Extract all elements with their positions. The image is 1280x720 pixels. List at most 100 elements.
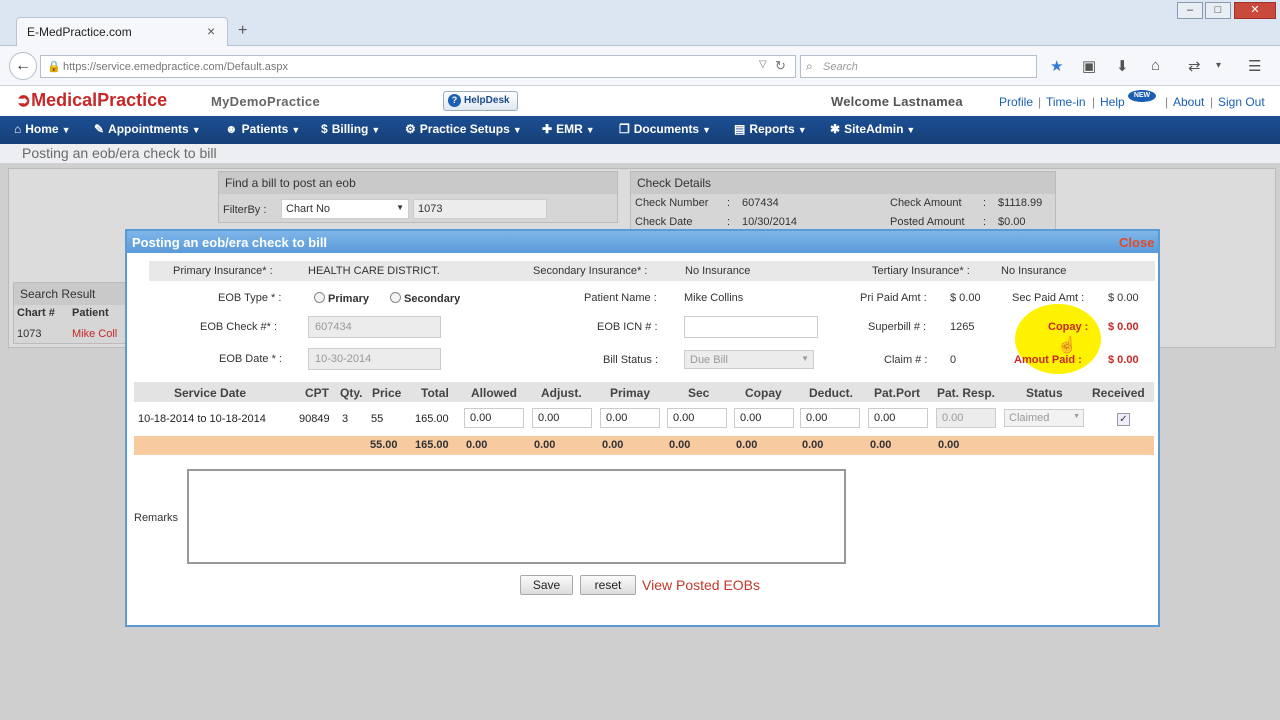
edit-icon: ✎ [94, 122, 105, 136]
bill-status-select[interactable]: Due Bill ▼ [684, 350, 814, 369]
secondary-insurance-label: Secondary Insurance* : [533, 265, 648, 277]
separator: | [1210, 95, 1214, 109]
col-chart: Chart # [17, 307, 55, 319]
minimize-icon[interactable]: – [1177, 2, 1203, 19]
help-link[interactable]: Help [1100, 95, 1125, 109]
clipboard-icon[interactable]: ▣ [1082, 57, 1096, 75]
maximize-icon[interactable]: □ [1205, 2, 1231, 19]
search-result-panel: Search Result Chart # Patient 1073 Mike … [13, 282, 131, 344]
url-dropdown-icon[interactable]: ▽ [759, 59, 767, 70]
copay-input[interactable]: 0.00 [734, 408, 794, 428]
lock-icon: 🔒 [47, 61, 61, 73]
download-icon[interactable]: ⬇ [1116, 57, 1129, 75]
save-button[interactable]: Save [520, 575, 573, 595]
home-icon[interactable]: ⌂ [1151, 57, 1160, 74]
check-number-label: Check Number [635, 197, 709, 209]
menu-label: Reports [749, 122, 795, 136]
logo[interactable]: ➲MedicalPractice [16, 90, 167, 111]
extension-icon[interactable]: ⇄ [1188, 57, 1201, 75]
chevron-down-icon: ▼ [61, 125, 71, 135]
menu-reports[interactable]: ▤ Reports ▼ [734, 122, 807, 136]
browser-search-input[interactable]: ⌕ Search [800, 55, 1037, 78]
practice-name: MyDemoPractice [211, 94, 320, 109]
about-link[interactable]: About [1173, 95, 1204, 109]
remarks-label: Remarks [134, 512, 179, 524]
menu-label: Practice Setups [419, 122, 510, 136]
result-chart[interactable]: 1073 [17, 328, 41, 340]
total-total: 165.00 [415, 439, 449, 451]
insurance-row: Primary Insurance* : HEALTH CARE DISTRIC… [149, 261, 1155, 281]
new-tab-icon[interactable]: + [238, 22, 247, 40]
back-arrow-icon[interactable]: ← [9, 52, 37, 80]
total-price: 55.00 [370, 439, 398, 451]
bookmark-star-icon[interactable]: ★ [1050, 57, 1063, 75]
radio-label: Primary [328, 293, 369, 305]
chevron-down-icon: ▼ [396, 203, 404, 212]
menu-appointments[interactable]: ✎ Appointments ▼ [94, 122, 201, 136]
hamburger-menu-icon[interactable]: ☰ [1248, 57, 1261, 75]
result-patient-link[interactable]: Mike Coll [72, 328, 117, 340]
superbill-label: Superbill # : [868, 321, 927, 333]
chevron-down-icon: ▼ [291, 125, 301, 135]
eob-icn-input[interactable] [684, 316, 818, 338]
menu-billing[interactable]: $ Billing ▼ [321, 122, 380, 136]
primary-insurance-value: HEALTH CARE DISTRICT. [308, 265, 440, 277]
deduct-input[interactable]: 0.00 [800, 408, 860, 428]
tab-title: E-MedPractice.com [27, 25, 132, 39]
amount-paid-label: Amout Paid : [1014, 354, 1082, 366]
menu-home[interactable]: ⌂ Home ▼ [14, 122, 71, 136]
total-sec: 0.00 [669, 439, 691, 451]
search-icon: ⌕ [806, 59, 813, 73]
reset-button[interactable]: reset [580, 575, 636, 595]
menu-documents[interactable]: ❐ Documents ▼ [619, 122, 711, 136]
check-date-label: Check Date [635, 216, 693, 228]
tab-close-icon[interactable]: × [207, 23, 215, 39]
menu-label: SiteAdmin [844, 122, 904, 136]
menu-practice-setups[interactable]: ⚙ Practice Setups ▼ [405, 122, 522, 136]
patport-input[interactable]: 0.00 [868, 408, 928, 428]
status-select[interactable]: Claimed ▼ [1004, 409, 1084, 427]
eob-type-secondary-radio[interactable]: Secondary [390, 292, 460, 305]
window-close-icon[interactable]: ✕ [1234, 2, 1276, 19]
plus-icon: ✚ [542, 122, 553, 136]
patresp-input[interactable]: 0.00 [936, 408, 996, 428]
view-posted-eobs-link[interactable]: View Posted EOBs [642, 577, 760, 593]
total-primary: 0.00 [602, 439, 624, 451]
col-sec: Sec [688, 386, 710, 400]
url-text: https://service.emedpractice.com/Default… [63, 61, 288, 73]
modal-close-button[interactable]: Close [1119, 235, 1154, 250]
menu-emr[interactable]: ✚ EMR ▼ [542, 122, 595, 136]
received-checkbox[interactable]: ✓ [1117, 413, 1130, 426]
extension-dropdown-icon[interactable]: ▾ [1216, 60, 1221, 71]
cpt: 90849 [299, 413, 330, 425]
colon: : [727, 197, 731, 209]
menu-label: Appointments [108, 122, 189, 136]
sec-input[interactable]: 0.00 [667, 408, 727, 428]
menu-patients[interactable]: ☻ Patients ▼ [225, 122, 300, 136]
profile-link[interactable]: Profile [999, 95, 1033, 109]
chevron-down-icon: ▼ [801, 354, 809, 363]
time-in-link[interactable]: Time-in [1046, 95, 1086, 109]
check-date-value: 10/30/2014 [742, 216, 798, 228]
service-date: 10-18-2014 to 10-18-2014 [138, 413, 266, 425]
browser-tab[interactable]: E-MedPractice.com × [16, 17, 228, 47]
address-bar[interactable]: 🔒 https://service.emedpractice.com/Defau… [40, 55, 796, 78]
col-adjust: Adjust. [541, 386, 582, 400]
primary-input[interactable]: 0.00 [600, 408, 660, 428]
separator: | [1092, 95, 1096, 109]
allowed-input[interactable]: 0.00 [464, 408, 524, 428]
reload-icon[interactable]: ↻ [775, 58, 786, 74]
eob-type-primary-radio[interactable]: Primary [314, 292, 369, 305]
eob-date-input[interactable]: 10-30-2014 [308, 348, 441, 370]
page-title-bar: Posting an eob/era check to bill [0, 144, 1280, 164]
filter-input[interactable]: 1073 [413, 199, 547, 219]
menu-siteadmin[interactable]: ✱ SiteAdmin ▼ [830, 122, 915, 136]
menu-label: Patients [241, 122, 289, 136]
eob-check-input[interactable]: 607434 [308, 316, 441, 338]
filter-select[interactable]: Chart No ▼ [281, 199, 409, 219]
sign-out-link[interactable]: Sign Out [1218, 95, 1265, 109]
search-placeholder: Search [823, 61, 858, 73]
adjust-input[interactable]: 0.00 [532, 408, 592, 428]
menu-label: EMR [556, 122, 583, 136]
remarks-textarea[interactable] [187, 469, 846, 564]
